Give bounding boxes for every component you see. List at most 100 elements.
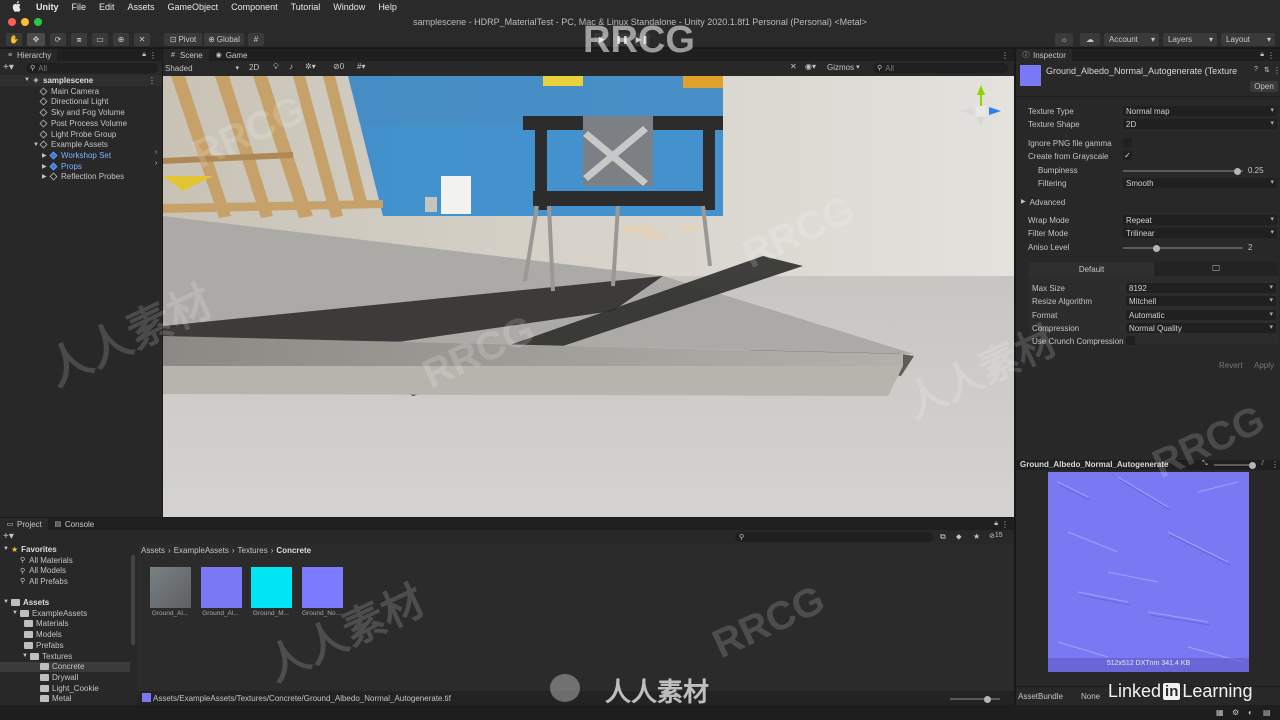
hierarchy-item[interactable]: Main Camera	[0, 86, 99, 97]
breadcrumb-item[interactable]: Assets	[141, 546, 165, 555]
menu-app-name[interactable]: Unity	[36, 2, 59, 12]
breadcrumb-item[interactable]: Textures	[238, 546, 268, 555]
tab-scene[interactable]: # Scene	[163, 49, 209, 61]
advanced-foldout[interactable]: ▶ Advanced	[1021, 198, 1065, 207]
create-grayscale-checkbox[interactable]: ✓	[1123, 151, 1132, 160]
menu-component[interactable]: Component	[231, 2, 278, 12]
progress-icon[interactable]: ▦	[1216, 708, 1224, 717]
collapse-arrow-icon[interactable]: ▶	[42, 173, 47, 180]
tab-project[interactable]: ▭ Project	[0, 518, 48, 530]
hierarchy-item[interactable]: Post Process Volume	[0, 118, 127, 129]
kebab-menu-icon[interactable]: ⋮	[1267, 51, 1275, 60]
help-icon[interactable]: ?	[1254, 66, 1258, 73]
filter-label-icon[interactable]: ⬥	[956, 532, 962, 542]
mip-slider-handle[interactable]	[1249, 461, 1256, 469]
camera-settings-icon[interactable]: ◉▾	[805, 62, 816, 71]
tools-icon[interactable]: ✕	[790, 62, 797, 71]
layers-dropdown[interactable]: Layers ▾	[1163, 33, 1217, 46]
assetbundle-value[interactable]: None	[1081, 692, 1100, 701]
crunch-compression-checkbox[interactable]	[1126, 336, 1135, 345]
collapse-arrow-icon[interactable]: ▶	[42, 152, 47, 159]
tab-hierarchy[interactable]: ≡ Hierarchy	[0, 49, 58, 61]
hierarchy-item[interactable]: Directional Light	[0, 97, 108, 108]
hand-tool-icon[interactable]: ✋	[6, 33, 22, 46]
project-tree-item[interactable]: Light_Cookie	[0, 683, 130, 694]
channel-icon[interactable]: ⫽	[1261, 460, 1264, 468]
notifications-icon[interactable]: ▤	[1263, 708, 1271, 717]
project-tree-item[interactable]: Concrete	[0, 661, 130, 672]
effects-dropdown-icon[interactable]: ✲▾	[305, 62, 316, 71]
gizmos-dropdown[interactable]: Gizmos ▾	[827, 63, 860, 72]
services-icon[interactable]: ☼	[1055, 33, 1073, 46]
project-tree-item[interactable]: Metal	[0, 694, 130, 705]
tree-scrollbar[interactable]	[131, 555, 135, 645]
audio-toggle-icon[interactable]: ♪	[289, 62, 293, 71]
grid-dropdown-icon[interactable]: #▾	[357, 62, 365, 71]
mip-slider[interactable]	[1214, 461, 1256, 469]
filter-mode-dropdown[interactable]: Trilinear	[1123, 228, 1277, 238]
expand-arrow-icon[interactable]: ▼	[33, 142, 39, 148]
aniso-level-value[interactable]: 2	[1248, 243, 1252, 252]
project-tree-item[interactable]: Prefabs	[0, 640, 130, 651]
asset-thumbnail[interactable]	[200, 567, 242, 608]
chevron-right-icon[interactable]: ›	[155, 149, 157, 156]
bumpiness-slider-handle[interactable]	[1234, 167, 1241, 175]
move-tool-icon[interactable]: ✥	[27, 33, 45, 46]
project-search-input[interactable]: ⚲	[735, 532, 933, 542]
compression-dropdown[interactable]: Normal Quality	[1126, 323, 1276, 333]
texture-shape-dropdown[interactable]: 2D	[1123, 119, 1277, 129]
grid-snap-icon[interactable]: #	[248, 33, 264, 46]
scene-search-input[interactable]: ⚲ All	[873, 63, 1008, 73]
max-size-dropdown[interactable]: 8192	[1126, 283, 1276, 293]
asset-label[interactable]: Ground_Al...	[147, 610, 193, 617]
filtering-dropdown[interactable]: Smooth	[1123, 178, 1277, 188]
debug-icon[interactable]: ⚙	[1232, 708, 1239, 717]
project-tree-item[interactable]: Models	[0, 629, 130, 640]
assets-header[interactable]: ▼ Assets	[0, 597, 49, 608]
menu-tutorial[interactable]: Tutorial	[291, 2, 321, 12]
preset-icon[interactable]: ⇅	[1264, 66, 1270, 74]
project-tree-item[interactable]: Drywall	[0, 672, 130, 683]
custom-tool-icon[interactable]: ✕	[134, 33, 150, 46]
pivot-toggle[interactable]: ⊡ Pivot	[164, 33, 202, 46]
menu-gameobject[interactable]: GameObject	[168, 2, 219, 12]
breadcrumb-item[interactable]: ExampleAssets	[174, 546, 229, 555]
menu-edit[interactable]: Edit	[99, 2, 115, 12]
kebab-menu-icon[interactable]: ⋮	[1273, 66, 1280, 75]
format-dropdown[interactable]: Automatic	[1126, 310, 1276, 320]
filter-type-icon[interactable]: ⧉	[940, 532, 946, 542]
cloud-icon[interactable]: ☁	[1080, 33, 1100, 46]
collapse-arrow-icon[interactable]: ▶	[42, 163, 47, 170]
lock-icon[interactable]: 🔒︎	[994, 520, 998, 528]
shading-mode-dropdown[interactable]: Shaded ▾	[165, 63, 241, 73]
scale-tool-icon[interactable]: ⧈	[71, 33, 87, 46]
apple-icon[interactable]	[12, 1, 22, 12]
favorite-star-icon[interactable]: ★	[973, 532, 980, 541]
hidden-objects-toggle[interactable]: ⊘ 0	[333, 62, 344, 71]
hierarchy-search-input[interactable]: ⚲ All	[26, 63, 158, 73]
create-asset-button[interactable]: +▾	[3, 532, 14, 542]
tab-console[interactable]: ▤ Console	[48, 518, 100, 530]
resize-algorithm-dropdown[interactable]: Mitchell	[1126, 296, 1276, 306]
favorite-item[interactable]: ⚲ All Models	[0, 566, 66, 577]
add-object-button[interactable]: +▾	[3, 63, 21, 73]
thumbnail-size-handle[interactable]	[984, 695, 991, 703]
bumpiness-value[interactable]: 0.25	[1248, 166, 1264, 175]
apply-button[interactable]: Apply	[1254, 361, 1274, 370]
project-tree-item[interactable]: ▼ ExampleAssets	[0, 608, 130, 619]
asset-label[interactable]: Ground_M...	[248, 610, 294, 617]
ignore-png-gamma-checkbox[interactable]	[1123, 138, 1132, 147]
asset-label[interactable]: Ground_No...	[299, 610, 345, 617]
lighting-bake-icon[interactable]: ◐	[1248, 708, 1253, 717]
thumbnail-size-slider[interactable]	[950, 695, 1000, 703]
rotate-tool-icon[interactable]: ⟳	[50, 33, 66, 46]
asset-thumbnail[interactable]	[251, 567, 292, 608]
layout-dropdown[interactable]: Layout ▾	[1221, 33, 1275, 46]
hidden-packages-toggle[interactable]: ⊘ 15	[989, 532, 1003, 540]
favorite-item[interactable]: ⚲ All Materials	[0, 555, 73, 566]
hierarchy-item[interactable]: Light Probe Group	[0, 129, 116, 140]
play-button[interactable]: ▶	[594, 33, 610, 46]
mode-2d-toggle[interactable]: 2D	[249, 63, 263, 73]
menu-file[interactable]: File	[72, 2, 87, 12]
platform-tab-standalone[interactable]: 🖵︎	[1154, 262, 1278, 276]
